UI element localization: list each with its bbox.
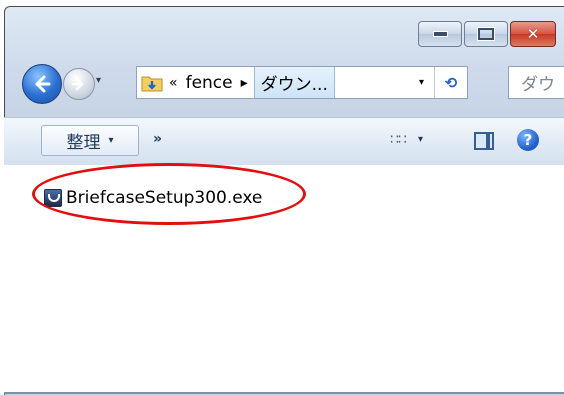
close-button[interactable]: ✕: [510, 21, 556, 47]
minimize-icon: [432, 31, 448, 37]
more-commands-button[interactable]: »: [153, 131, 162, 147]
highlight-annotation: [32, 163, 306, 225]
breadcrumb-fence[interactable]: fence: [184, 73, 235, 93]
forward-button[interactable]: [63, 68, 95, 100]
back-button[interactable]: [22, 64, 62, 104]
search-input[interactable]: ダウ: [508, 66, 564, 99]
maximize-button[interactable]: [464, 21, 508, 47]
overflow-marker[interactable]: «: [169, 75, 178, 91]
forward-arrow-icon: [71, 77, 84, 91]
organize-button[interactable]: 整理 ▾: [41, 125, 139, 156]
history-dropdown[interactable]: ▾: [96, 75, 101, 86]
breadcrumb-separator[interactable]: ▸: [241, 75, 248, 91]
breadcrumb-downloads[interactable]: ダウン...: [253, 67, 335, 98]
organize-label: 整理: [66, 133, 101, 153]
views-dropdown[interactable]: ▾: [418, 134, 423, 145]
help-icon[interactable]: ?: [517, 129, 539, 151]
views-icon[interactable]: ∷∷: [390, 132, 407, 148]
close-icon: ✕: [526, 24, 540, 43]
minimize-button[interactable]: [418, 21, 462, 47]
command-bar: 整理 ▾ » ∷∷ ▾ ?: [4, 117, 564, 166]
maximize-icon: [477, 27, 495, 41]
refresh-button[interactable]: ⟲: [434, 67, 467, 98]
caption-buttons: ✕: [416, 21, 556, 47]
folder-download-icon: [141, 74, 163, 92]
organize-arrow-icon: ▾: [108, 135, 114, 146]
address-dropdown[interactable]: ▾: [419, 77, 424, 88]
back-arrow-icon: [35, 75, 51, 93]
preview-pane-icon[interactable]: [474, 132, 494, 150]
address-bar[interactable]: « fence ▸ ダウン... ▾ ⟲: [136, 66, 468, 99]
